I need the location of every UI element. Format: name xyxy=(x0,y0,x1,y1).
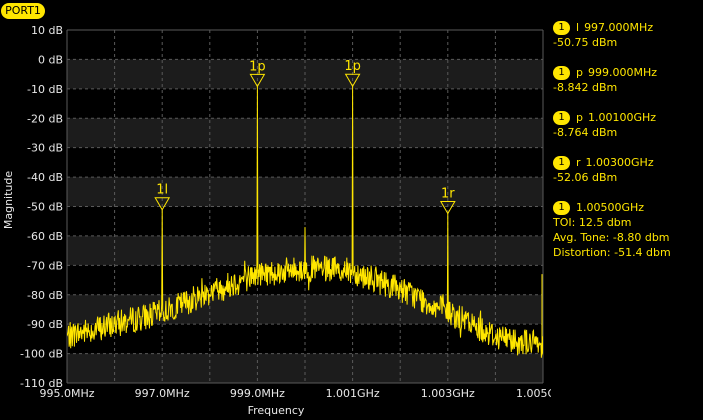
marker-chip[interactable]: 1 xyxy=(553,200,570,215)
readout-value: -8.842 dBm xyxy=(553,81,618,94)
marker-frequency: 999.000MHz xyxy=(587,66,658,79)
y-tick-label: -10 dB xyxy=(27,83,63,96)
marker-chip[interactable]: 1 xyxy=(553,65,570,80)
marker-frequency: 1.00500GHz xyxy=(576,201,645,214)
y-tick-label: -90 dB xyxy=(27,318,63,331)
y-axis-ticks: 10 dB 0 dB -10 dB -20 dB -30 dB -40 dB -50 dB -… xyxy=(20,24,63,390)
y-tick-label: -100 dB xyxy=(20,348,63,361)
readout-header: 1 r 1.00300GHz xyxy=(553,155,703,170)
marker-label: 1l xyxy=(156,183,168,198)
marker-label: 1p xyxy=(344,59,361,74)
port-tab[interactable]: PORT1 xyxy=(1,3,45,19)
marker-readout: 1 1.00500GHz TOI: 12.5 dbm Avg. Tone: -8.80… xyxy=(553,200,703,260)
x-axis-label: Frequency xyxy=(248,404,305,417)
marker-chip[interactable]: 1 xyxy=(553,20,570,35)
readout-value: -52.06 dBm xyxy=(553,171,618,184)
marker-frequency: 997.000MHz xyxy=(584,21,654,34)
marker-frequency: 1.00100GHz xyxy=(587,111,657,124)
x-tick-label: 1.003GHz xyxy=(421,387,475,400)
y-tick-label: -50 dB xyxy=(27,201,63,214)
x-axis-ticks: 995.0MHz 997.0MHz 999.0MHz 1.001GHz 1.003GHz… xyxy=(39,387,570,400)
readout-header: 1 p 1.00100GHz xyxy=(553,110,703,125)
readout-value: Distortion: -51.4 dbm xyxy=(553,246,671,259)
readout-header: 1 p 999.000MHz xyxy=(553,65,703,80)
marker-frequency: 1.00300GHz xyxy=(585,156,654,169)
marker-type: p xyxy=(576,111,583,124)
y-tick-label: 10 dB xyxy=(31,24,63,37)
x-tick-label: 1.001GHz xyxy=(326,387,380,400)
marker-chip[interactable]: 1 xyxy=(553,155,570,170)
y-tick-label: -80 dB xyxy=(27,289,63,302)
x-tick-label: 1.005GHz xyxy=(516,387,570,400)
x-tick-label: 999.0MHz xyxy=(230,387,285,400)
marker-label: 1r xyxy=(441,187,455,202)
y-tick-label: -30 dB xyxy=(27,142,63,155)
y-axis-label: Magnitude xyxy=(2,171,15,230)
marker-readout: 1 l 997.000MHz -50.75 dBm xyxy=(553,20,703,50)
x-tick-label: 995.0MHz xyxy=(39,387,94,400)
readout-value: TOI: 12.5 dbm xyxy=(553,216,632,229)
marker-chip[interactable]: 1 xyxy=(553,110,570,125)
readout-value: -50.75 dBm xyxy=(553,36,618,49)
marker-type: l xyxy=(576,21,580,34)
marker-label: 1p xyxy=(249,59,266,74)
readout-header: 1 l 997.000MHz xyxy=(553,20,703,35)
y-tick-label: -20 dB xyxy=(27,112,63,125)
marker-readout: 1 p 1.00100GHz -8.764 dBm xyxy=(553,110,703,140)
y-tick-label: -60 dB xyxy=(27,230,63,243)
readout-value: -8.764 dBm xyxy=(553,126,618,139)
marker-type: p xyxy=(576,66,583,79)
marker-readout: 1 r 1.00300GHz -52.06 dBm xyxy=(553,155,703,185)
marker-readout: 1 p 999.000MHz -8.842 dBm xyxy=(553,65,703,95)
y-tick-label: -40 dB xyxy=(27,171,63,184)
x-tick-label: 997.0MHz xyxy=(135,387,190,400)
y-tick-label: 0 dB xyxy=(38,53,63,66)
y-tick-label: -70 dB xyxy=(27,259,63,272)
readout-value: Avg. Tone: -8.80 dbm xyxy=(553,231,670,244)
readout-header: 1 1.00500GHz xyxy=(553,200,703,215)
marker-type: r xyxy=(576,156,581,169)
